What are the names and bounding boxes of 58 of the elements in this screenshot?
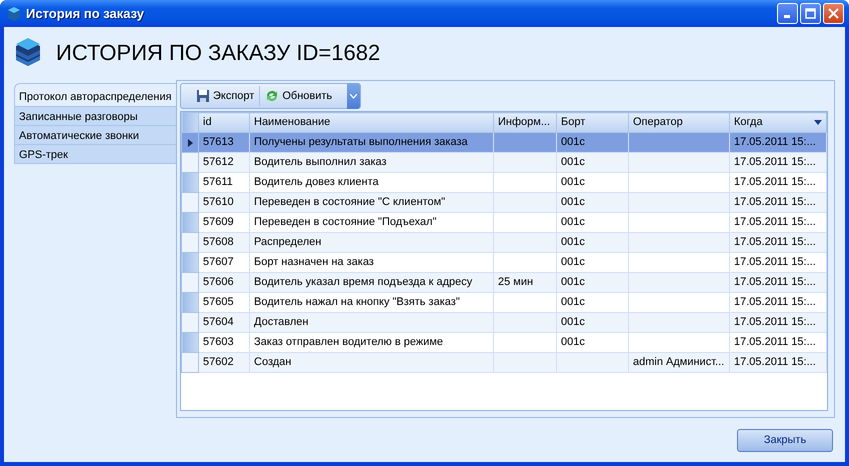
close-dialog-button[interactable]: Закрыть <box>737 429 833 452</box>
page-heading: ИСТОРИЯ ПО ЗАКАЗУ ID=1682 <box>56 38 380 66</box>
tab[interactable]: Протокол автораспределения <box>14 83 176 107</box>
cube-stack-icon <box>14 36 42 68</box>
table-cell: 57612 <box>198 152 250 172</box>
table-cell: Создан <box>250 352 494 372</box>
table-cell: 001c <box>556 152 628 172</box>
minimize-button[interactable] <box>777 3 798 24</box>
table-cell: 57604 <box>198 312 250 332</box>
close-button[interactable] <box>823 3 844 24</box>
maximize-icon <box>805 8 816 19</box>
table-cell: 17.05.2011 15:... <box>730 272 826 292</box>
export-button[interactable]: Экспорт <box>191 85 260 107</box>
table-cell: Распределен <box>250 232 494 252</box>
tab[interactable]: GPS-трек <box>14 144 176 164</box>
chevron-down-icon <box>350 94 357 98</box>
column-header[interactable]: Борт <box>556 112 628 132</box>
tab[interactable]: Автоматические звонки <box>14 125 176 145</box>
maximize-button[interactable] <box>800 3 821 24</box>
table-cell: Доставлен <box>250 312 494 332</box>
current-row-icon <box>188 138 193 146</box>
table-cell: 17.05.2011 15:... <box>730 232 826 252</box>
window-title: История по заказу <box>26 4 144 23</box>
sort-descending-icon <box>814 120 822 125</box>
refresh-button[interactable]: Обновить <box>260 85 338 107</box>
table-cell: 17.05.2011 15:... <box>730 132 826 152</box>
toolbar-dropdown-button[interactable] <box>347 83 360 109</box>
table-cell: 57606 <box>198 272 250 292</box>
table-cell: 17.05.2011 15:... <box>730 192 826 212</box>
table-cell: 17.05.2011 15:... <box>730 352 826 372</box>
table-cell: Получены результаты выполнения заказа <box>250 132 494 152</box>
table-cell: 001c <box>556 132 628 152</box>
table-cell: 001c <box>556 272 628 292</box>
tab[interactable]: Записанные разговоры <box>14 106 176 126</box>
column-header[interactable]: id <box>198 112 250 132</box>
save-icon <box>196 89 210 103</box>
table-cell: 17.05.2011 15:... <box>730 152 826 172</box>
table-cell: 25 мин <box>494 272 556 292</box>
column-header[interactable]: Оператор <box>628 112 730 132</box>
close-icon <box>828 8 839 19</box>
table-cell: admin Админист... <box>628 352 730 372</box>
column-header[interactable]: Информ... <box>494 112 556 132</box>
table-cell: 001c <box>556 232 628 252</box>
column-header[interactable]: Наименование <box>250 112 494 132</box>
table-cell: 57608 <box>198 232 250 252</box>
table-cell: Водитель указал время подъезда к адресу <box>250 272 494 292</box>
table-cell: 57610 <box>198 192 250 212</box>
table-cell: 001c <box>556 312 628 332</box>
table-cell: 57602 <box>198 352 250 372</box>
refresh-icon <box>265 89 280 103</box>
cube-icon <box>6 6 22 22</box>
table-cell: 001c <box>556 192 628 212</box>
table-cell: Переведен в состояние "С клиентом" <box>250 192 494 212</box>
table-cell: 57613 <box>198 132 250 152</box>
table-cell: 17.05.2011 15:... <box>730 312 826 332</box>
row-indicator[interactable] <box>182 132 198 152</box>
column-header[interactable]: Когда <box>730 112 826 132</box>
table-cell: Водитель выполнил заказ <box>250 152 494 172</box>
